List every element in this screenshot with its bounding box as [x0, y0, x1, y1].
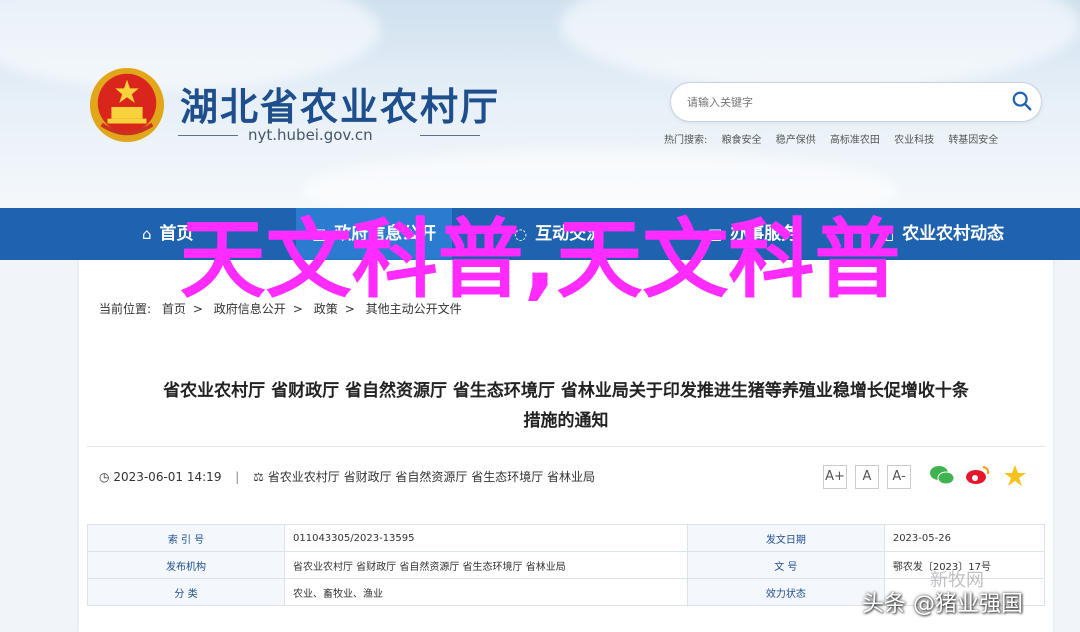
- table-value: 2023-05-26: [883, 524, 1046, 552]
- search-icon[interactable]: [1011, 90, 1033, 112]
- hot-search-label: 热门搜索:: [664, 135, 708, 146]
- site-domain: nyt.hubei.gov.cn: [248, 126, 373, 144]
- hot-search-item[interactable]: 粮食安全: [722, 135, 762, 146]
- hot-search-item[interactable]: 稳产保供: [776, 135, 816, 146]
- qzone-star-icon[interactable]: [1003, 464, 1027, 488]
- meta-separator: |: [235, 470, 240, 484]
- hot-search-item[interactable]: 转基因安全: [948, 135, 998, 146]
- font-normal-button[interactable]: A: [855, 465, 879, 489]
- search-box: [670, 82, 1042, 122]
- site-title[interactable]: 湖北省农业农村厅: [180, 76, 500, 131]
- article-title: 省农业农村厅 省财政厅 省自然资源厅 省生态环境厅 省林业局关于印发推进生猪等养…: [99, 376, 1033, 436]
- article-title-line: 省农业农村厅 省财政厅 省自然资源厅 省生态环境厅 省林业局关于印发推进生猪等养…: [163, 381, 969, 401]
- overlay-caption: 天文科普,天文科普: [179, 210, 901, 310]
- table-value: 011043305/2023-13595: [284, 524, 688, 552]
- table-row: 索 引 号 011043305/2023-13595 发文日期 2023-05-…: [87, 524, 1046, 552]
- table-value: 省农业农村厅 省财政厅 省自然资源厅 省生态环境厅 省林业局: [284, 551, 688, 579]
- article-sources: 省农业农村厅 省财政厅 省自然资源厅 省生态环境厅 省林业局: [267, 470, 596, 484]
- divider: [87, 446, 1045, 447]
- publish-date: 2023-06-01 14:19: [113, 470, 222, 484]
- table-key: 索 引 号: [87, 524, 285, 552]
- table-key: 分 类: [87, 578, 285, 606]
- table-value: 农业、畜牧业、渔业: [284, 578, 688, 606]
- weibo-icon[interactable]: [965, 464, 991, 486]
- divider: [178, 135, 238, 136]
- clock-icon: ◷: [99, 470, 110, 484]
- article-panel: 当前位置: 首页 > 政府信息公开 > 政策 > 其他主动公开文件 省农业农村厅 省财…: [79, 260, 1053, 632]
- font-increase-button[interactable]: A+: [823, 465, 847, 489]
- table-row: 发布机构 省农业农村厅 省财政厅 省自然资源厅 省生态环境厅 省林业局 文 号 …: [87, 551, 1046, 579]
- hot-search-item[interactable]: 农业科技: [894, 135, 934, 146]
- source-icon: ⚖: [253, 470, 264, 484]
- font-decrease-button[interactable]: A-: [887, 465, 911, 489]
- article-title-line: 措施的通知: [523, 411, 609, 431]
- divider: [420, 135, 480, 136]
- national-emblem-icon[interactable]: [88, 66, 166, 144]
- wechat-icon[interactable]: [929, 464, 955, 486]
- article-meta: ◷ 2023-06-01 14:19 | ⚖ 省农业农村厅 省财政厅 省自然资源…: [99, 468, 595, 485]
- hot-search: 热门搜索: 粮食安全 稳产保供 高标准农田 农业科技 转基因安全: [664, 131, 1009, 146]
- watermark: 头条 @猪业强国: [862, 592, 1023, 617]
- table-key: 发文日期: [686, 524, 885, 552]
- site-header: 湖北省农业农村厅 nyt.hubei.gov.cn 热门搜索: 粮食安全 稳产保…: [0, 0, 1080, 210]
- table-key: 效力状态: [686, 578, 885, 606]
- search-input[interactable]: [685, 91, 989, 113]
- table-key: 文 号: [686, 551, 885, 579]
- hot-search-item[interactable]: 高标准农田: [830, 135, 880, 146]
- table-key: 发布机构: [87, 551, 285, 579]
